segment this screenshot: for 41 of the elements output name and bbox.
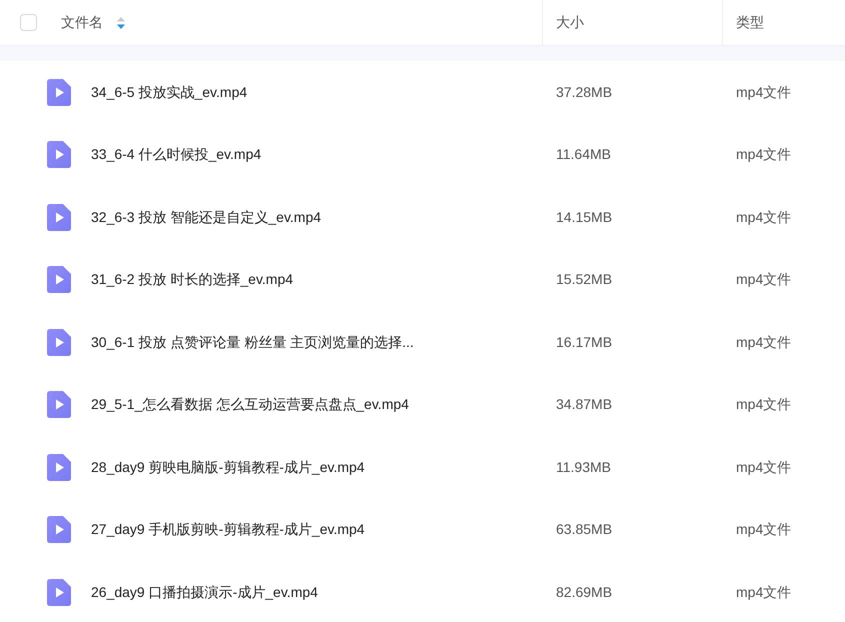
video-file-icon (47, 204, 71, 231)
file-type: mp4文件 (736, 208, 792, 225)
column-header[interactable]: 文件名 (61, 12, 103, 33)
file-name[interactable]: 33_6-4 什么时候投_ev.mp4 (91, 144, 262, 166)
sort-icon[interactable] (117, 16, 125, 30)
file-size: 11.64MB (556, 146, 611, 162)
video-file-icon (47, 266, 71, 294)
file-size: 16.17MB (556, 334, 612, 350)
select-all-checkbox[interactable] (20, 14, 37, 31)
video-file-icon (47, 516, 71, 544)
file-name[interactable]: 28_day9 剪映电脑版-剪辑教程-成片_ev.mp4 (91, 456, 365, 478)
file-type: mp4文件 (736, 584, 792, 600)
file-size: 37.28MB (556, 84, 612, 100)
video-file-icon (47, 78, 71, 106)
video-file-icon (47, 141, 71, 168)
file-size: 63.85MB (556, 521, 612, 538)
file-size: 34.87MB (556, 396, 612, 412)
file-name[interactable]: 30_6-1 投放 点赞评论量 粉丝量 主页浏览量的选择... (91, 332, 414, 353)
video-file-icon (47, 578, 71, 606)
column-header[interactable]: 类型 (736, 12, 764, 33)
video-file-icon (47, 328, 71, 356)
file-type: mp4文件 (736, 521, 792, 538)
file-type: mp4文件 (736, 271, 792, 288)
file-size: 14.15MB (556, 208, 612, 225)
file-type: mp4文件 (736, 458, 792, 475)
file-name[interactable]: 34_6-5 投放实战_ev.mp4 (91, 82, 248, 103)
file-name[interactable]: 31_6-2 投放 时长的选择_ev.mp4 (91, 269, 294, 290)
file-name[interactable]: 26_day9 口播拍摄演示-成片_ev.mp4 (91, 582, 318, 603)
video-file-icon (47, 391, 71, 418)
file-name[interactable]: 29_5-1_怎么看数据 怎么互动运营要点盘点_ev.mp4 (91, 394, 409, 416)
file-type: mp4文件 (736, 334, 792, 350)
file-size: 15.52MB (556, 271, 612, 288)
file-size: 11.93MB (556, 458, 611, 475)
file-type: mp4文件 (736, 84, 792, 100)
file-name[interactable]: 32_6-3 投放 智能还是自定义_ev.mp4 (91, 206, 322, 228)
file-type: mp4文件 (736, 396, 792, 412)
file-type: mp4文件 (736, 146, 792, 162)
video-file-icon (47, 454, 71, 481)
file-name[interactable]: 27_day9 手机版剪映-剪辑教程-成片_ev.mp4 (91, 519, 365, 540)
column-header[interactable]: 大小 (556, 12, 584, 33)
file-size: 82.69MB (556, 584, 612, 600)
